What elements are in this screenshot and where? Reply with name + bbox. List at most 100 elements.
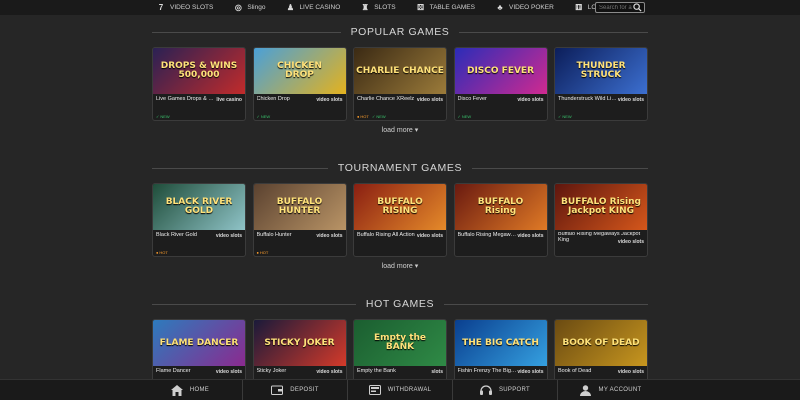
game-name[interactable]: Disco Fever [458,96,518,102]
section-popular-games: POPULAR GAMES DROPS & WINS 500,000 Live Ga… [152,25,648,134]
game-thumbnail[interactable]: DROPS & WINS 500,000 [153,48,245,94]
game-category: video slots [215,369,242,375]
hot-badge: ● HOT [357,114,369,119]
game-name[interactable]: Live Games Drops & Wins [156,96,216,102]
game-category: video slots [316,369,343,375]
game-thumbnail[interactable]: THE BIG CATCH [454,320,547,366]
new-badge: ✓ NEW [558,114,572,119]
thumbnail-title: DISCO FEVER [466,65,535,76]
wallet-icon [270,384,284,396]
nav-video-poker[interactable]: ♣ VIDEO POKER [495,3,553,12]
game-name[interactable]: Sticky Joker [257,368,317,374]
game-category: video slots [215,233,242,239]
game-card[interactable]: DROPS & WINS 500,000 Live Games Drops & W… [152,47,246,121]
section-title: HOT GAMES [355,298,445,310]
new-badge: ✓ NEW [257,114,271,119]
game-thumbnail[interactable]: BUFFALO HUNTER [253,184,346,230]
game-category: video slots [416,97,443,103]
chevron-down-icon: ▾ [414,127,419,134]
game-category: video slots [416,233,443,239]
game-name[interactable]: Book of Dead [558,368,618,374]
game-category: video slots [517,97,544,103]
game-card[interactable]: BUFFALO HUNTER Buffalo Hunter video slots ●… [252,183,347,257]
game-info: Live Games Drops & Wins live casino ✓ NEW [153,94,245,120]
game-thumbnail[interactable]: DISCO FEVER [454,48,547,94]
game-thumbnail[interactable]: CHARLIE CHANCE [354,48,446,94]
game-thumbnail[interactable]: BUFFALO RISING [354,184,446,230]
game-card[interactable]: BLACK RIVER GOLD Black River Gold video sl… [152,183,246,257]
game-name[interactable]: Chicken Drop [257,96,317,102]
game-card[interactable]: DISCO FEVER Disco Fever video slots ✓ NEW [453,47,548,121]
game-card[interactable]: CHICKEN DROP Chicken Drop video slots ✓ NEW [252,47,347,121]
nav-live-casino[interactable]: ♟ LIVE CASINO [285,3,341,12]
game-category: video slots [517,233,544,239]
flame-icon: ● [156,250,159,255]
game-card[interactable]: THUNDER STRUCK Thunderstruck Wild Lightni… [554,47,648,121]
thumbnail-title: CHICKEN DROP [277,61,322,80]
nav-slots[interactable]: ♜ SLOTS [360,3,396,12]
game-card[interactable]: CHARLIE CHANCE Charlie Chance XReelz video… [353,47,447,121]
game-category: video slots [617,369,644,375]
game-name[interactable]: Buffalo Rising Megaways [458,232,518,238]
thumbnail-title: CHARLIE CHANCE [356,65,444,76]
game-name[interactable]: Flame Dancer [156,368,216,374]
nav-table-games[interactable]: ⚄ TABLE GAMES [416,3,475,12]
game-category: video slots [617,239,644,245]
bottom-deposit[interactable]: DEPOSIT [243,380,348,400]
search-icon[interactable] [632,3,643,12]
game-thumbnail[interactable]: THUNDER STRUCK [555,48,647,94]
new-badge: ✓ NEW [156,114,170,119]
game-thumbnail[interactable]: BUFFALO Rising [454,184,547,230]
nav-slingo[interactable]: ◎ Slingo [233,3,266,12]
nav-video-slots[interactable]: 7 VIDEO SLOTS [156,3,214,12]
bottom-home[interactable]: HOME [138,380,243,400]
game-thumbnail[interactable]: STICKY JOKER [253,320,346,366]
slot-machine-icon: ♜ [361,3,369,12]
badge-label: HOT [360,114,369,119]
game-info: Buffalo Hunter video slots ● HOT [254,230,346,256]
game-thumbnail[interactable]: CHICKEN DROP [253,48,346,94]
game-name[interactable]: Thunderstruck Wild Lightning [558,96,618,102]
slingo-icon: ◎ [234,3,242,12]
game-name[interactable]: Empty the Bank [357,368,417,374]
game-thumbnail[interactable]: FLAME DANCER [153,320,245,366]
load-more-button[interactable]: load more ▾ [152,262,648,270]
game-info: Buffalo Rising Megaways Jackpot King vide… [555,230,647,256]
game-info: Buffalo Rising All Action video slots [354,230,446,256]
game-name[interactable]: Charlie Chance XReelz [357,96,417,102]
game-name[interactable]: Buffalo Hunter [257,232,317,238]
bottom-label: DEPOSIT [290,387,319,393]
thumbnail-title: DROPS & WINS 500,000 [160,61,238,80]
load-more-button[interactable]: load more ▾ [152,126,648,134]
game-info: Buffalo Rising Megaways video slots [455,230,547,256]
badge-label: NEW [260,114,271,119]
nav-label: VIDEO SLOTS [170,4,214,11]
bottom-label: HOME [189,387,210,393]
thumbnail-title: STICKY JOKER [264,337,335,348]
thumbnail-title: BUFFALO Rising [477,197,524,216]
game-name[interactable]: Black River Gold [156,232,216,238]
game-thumbnail[interactable]: BLACK RIVER GOLD [153,184,245,230]
bottom-support[interactable]: SUPPORT [453,380,558,400]
section-title: POPULAR GAMES [340,26,460,38]
game-grid: DROPS & WINS 500,000 Live Games Drops & W… [152,47,648,121]
game-thumbnail[interactable]: Empty the BANK [354,320,446,366]
nav-label: LIVE CASINO [299,4,341,11]
club-icon: ♣ [497,3,503,12]
section-tournament-games: TOURNAMENT GAMES BLACK RIVER GOLD Black Ri… [152,161,648,270]
thumbnail-title: THUNDER STRUCK [576,61,626,80]
game-name[interactable]: Fishin Frenzy The Big Catch [458,368,518,374]
game-thumbnail[interactable]: BUFFALO Rising Jackpot KING [555,184,647,230]
bottom-my-account[interactable]: MY ACCOUNT [558,380,663,400]
badge-label: HOT [159,250,168,255]
chevron-down-icon: ▾ [414,263,419,270]
game-card[interactable]: BUFFALO Rising Buffalo Rising Megaways vid… [453,183,548,257]
game-category: slots [431,369,443,375]
flame-icon: ● [256,250,259,255]
game-thumbnail[interactable]: BOOK OF DEAD [555,320,647,366]
game-card[interactable]: BUFFALO RISING Buffalo Rising All Action v… [353,183,447,257]
bottom-withdrawal[interactable]: WITHDRAWAL [348,380,453,400]
thumbnail-title: Empty the BANK [373,333,427,352]
game-card[interactable]: BUFFALO Rising Jackpot KING Buffalo Risin… [554,183,648,257]
game-name[interactable]: Buffalo Rising All Action [357,232,417,238]
